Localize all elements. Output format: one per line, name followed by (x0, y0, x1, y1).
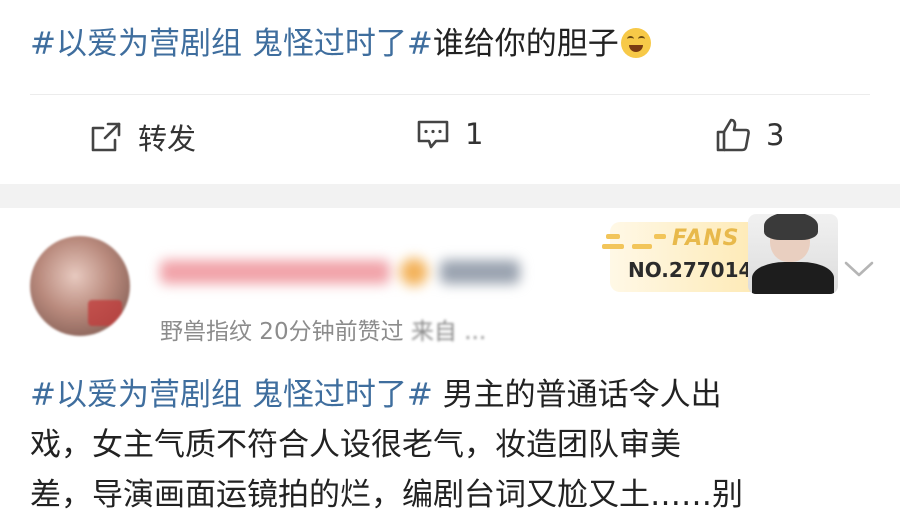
feed-separator (0, 184, 900, 208)
comment-bubble-icon (415, 116, 451, 152)
comment-line-1: #以爱为营剧组 鬼怪过时了# 男主的普通话令人出 (30, 370, 880, 420)
comment-count: 1 (465, 117, 484, 151)
post-action-bar: 转发 1 3 (0, 110, 900, 170)
laughing-tears-emoji-icon (620, 28, 651, 58)
comment-hashtag-link[interactable]: #以爱为营剧组 鬼怪过时了# (30, 377, 433, 413)
fans-badge[interactable]: FANS NO.277014 (602, 214, 838, 294)
fans-badge-title: FANS (672, 226, 740, 251)
comment-meta: 野兽指纹 20分钟前赞过 来自 ... (160, 312, 486, 346)
repost-button[interactable]: 转发 (88, 116, 196, 158)
repost-label: 转发 (138, 122, 197, 156)
comment-meta-source: 来自 ... (410, 319, 487, 345)
divider (30, 94, 870, 95)
like-button[interactable]: 3 (714, 116, 784, 154)
share-arrow-icon (88, 119, 124, 155)
fans-badge-portrait (748, 214, 838, 294)
post-text: #以爱为营剧组 鬼怪过时了#谁给你的胆子 (30, 18, 880, 70)
thumbs-up-icon (714, 116, 752, 154)
post-body-text: 谁给你的胆子 (432, 26, 619, 62)
comment-text: #以爱为营剧组 鬼怪过时了# 男主的普通话令人出 戏，女主气质不符合人设很老气，… (30, 370, 880, 520)
commenter-avatar[interactable] (30, 236, 130, 336)
like-count: 3 (766, 118, 785, 152)
commenter-username-blurred[interactable] (160, 252, 520, 290)
chevron-down-icon[interactable] (842, 258, 876, 284)
post-hashtag-link[interactable]: #以爱为营剧组 鬼怪过时了# (30, 26, 433, 62)
fans-badge-number: NO.277014 (628, 258, 753, 282)
comment-meta-time: 野兽指纹 20分钟前赞过 (160, 319, 404, 345)
comment-line-2: 戏，女主气质不符合人设很老气，妆造团队审美 (30, 427, 681, 463)
comment-button[interactable]: 1 (415, 116, 483, 152)
comment-line-3: 差，导演画面运镜拍的烂，编剧台词又尬又土……别 (30, 477, 743, 513)
comment-line-1-text: 男主的普通话令人出 (432, 377, 722, 413)
